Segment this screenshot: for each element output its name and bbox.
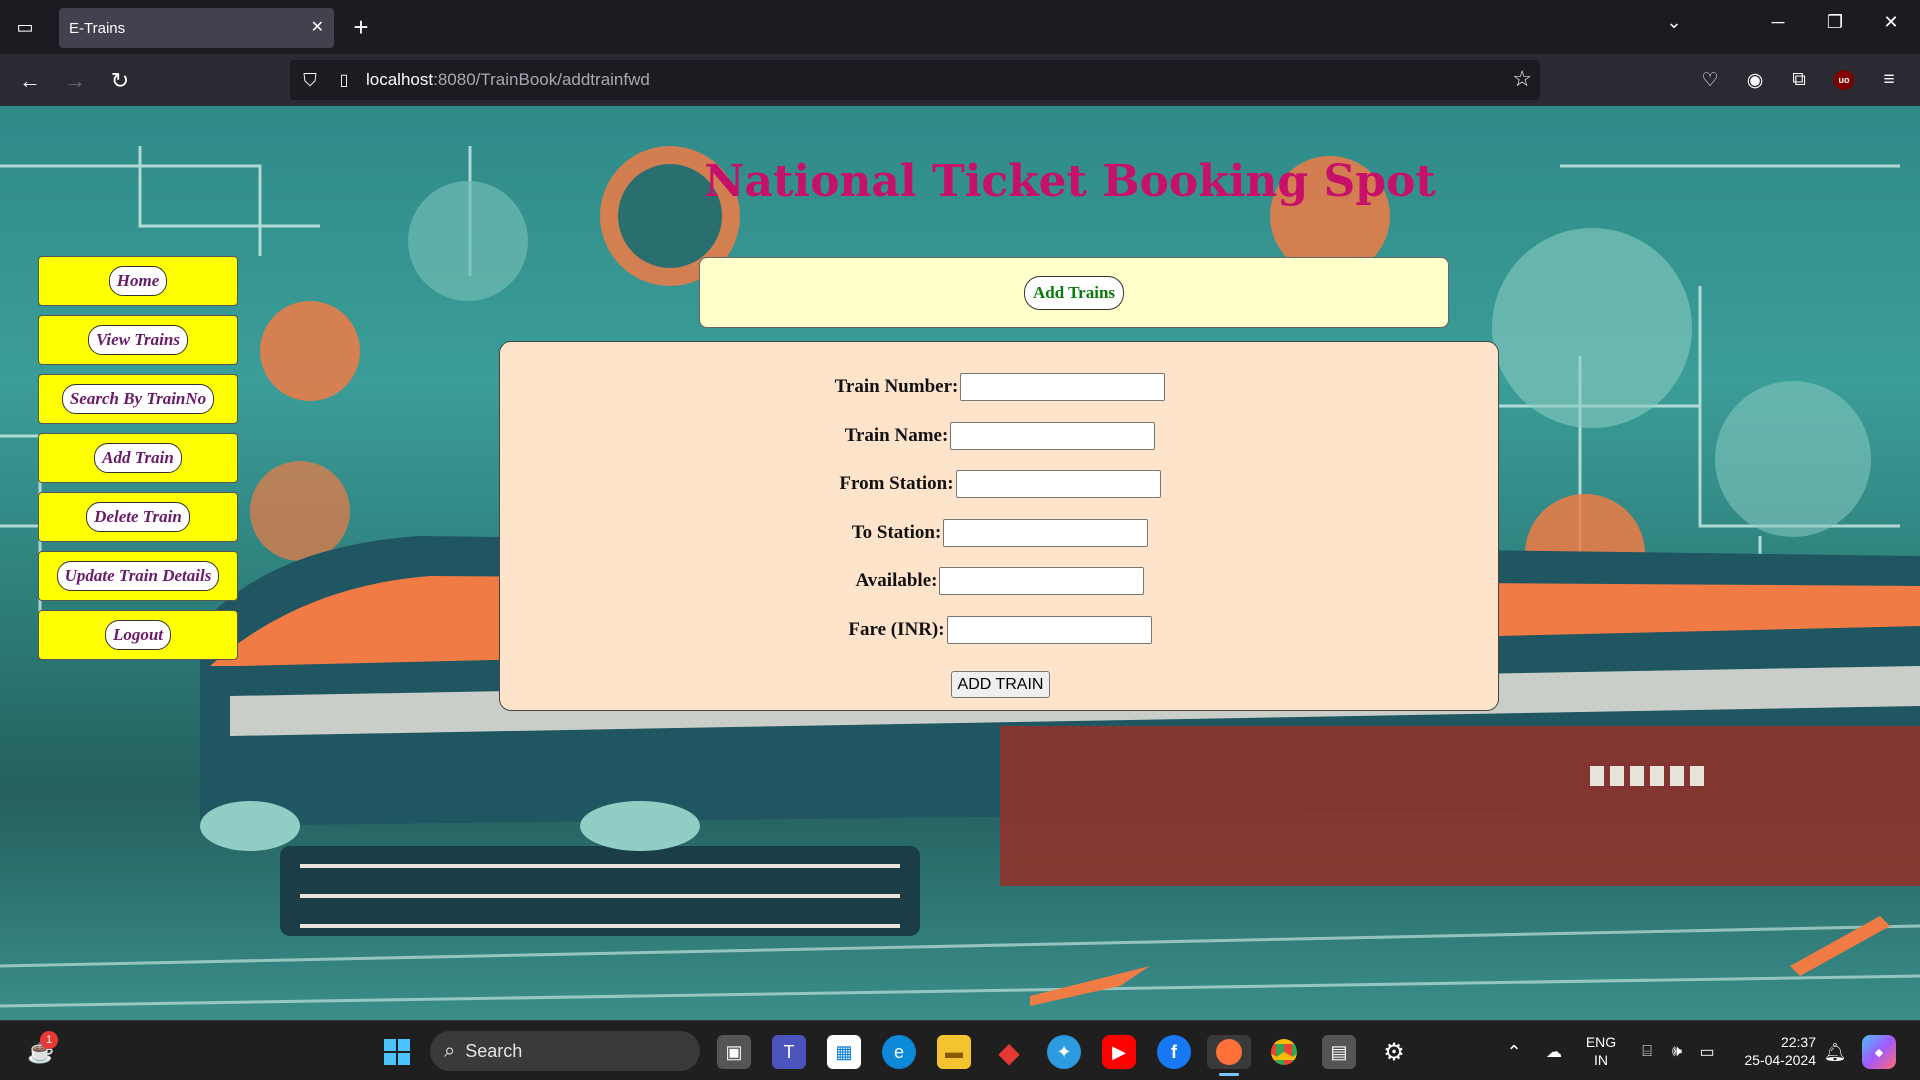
language-line-1: ENG (1585, 1034, 1617, 1050)
battery-icon[interactable]: ▭ (1690, 1035, 1724, 1069)
copilot-icon[interactable]: ◆ (1862, 1035, 1896, 1069)
menu-link-home[interactable]: Home (108, 266, 168, 296)
fare-label: Fare (INR): (848, 619, 945, 640)
search-icon: ⌕ (444, 1039, 456, 1062)
settings-gear-icon[interactable]: ⚙ (1377, 1035, 1411, 1069)
edge-icon[interactable]: e (882, 1035, 916, 1069)
restore-icon[interactable]: ❐ (1820, 12, 1850, 33)
volume-icon[interactable]: 🕪 (1660, 1035, 1694, 1069)
shield-icon[interactable]: ⛉ (298, 68, 322, 92)
menu-item-add-train[interactable]: Add Train (38, 433, 238, 483)
form-row-available: Available: (500, 567, 1500, 595)
form-row-train-name: Train Name: (500, 422, 1500, 450)
browser-tab-bar: ▭ E-Trains ✕ + ⌄ ─ ❐ ✕ (0, 0, 1920, 54)
task-view-icon[interactable]: ▣ (717, 1035, 751, 1069)
address-bar[interactable]: ⛉ ▯ localhost:8080/TrainBook/addtrainfwd… (290, 60, 1540, 100)
onedrive-icon[interactable]: ☁ (1537, 1035, 1571, 1069)
list-all-tabs-icon[interactable]: ⌄ (1659, 12, 1689, 33)
menu-link-update-train-details[interactable]: Update Train Details (56, 561, 220, 591)
network-icon[interactable]: ⌸ (1630, 1035, 1664, 1069)
train-number-input[interactable] (960, 373, 1166, 401)
extensions-icon[interactable]: ⧉ (1785, 66, 1813, 94)
facebook-icon[interactable]: f (1157, 1035, 1191, 1069)
menu-link-delete-train[interactable]: Delete Train (86, 502, 190, 532)
pocket-icon[interactable]: ♡ (1696, 66, 1724, 94)
form-row-to-station: To Station: (500, 519, 1500, 547)
start-icon[interactable] (380, 1035, 414, 1069)
close-tab-icon[interactable]: ✕ (311, 17, 324, 37)
close-window-icon[interactable]: ✕ (1876, 12, 1906, 33)
from-station-label: From Station: (839, 473, 954, 494)
from-station-input[interactable] (955, 470, 1161, 498)
form-row-from-station: From Station: (500, 470, 1500, 498)
browser-tab[interactable]: E-Trains ✕ (59, 8, 334, 48)
notification-badge: 1 (40, 1031, 58, 1049)
available-input[interactable] (939, 567, 1145, 595)
browser-nav-bar: ← → ↻ ⛉ ▯ localhost:8080/TrainBook/addtr… (0, 54, 1920, 106)
add-train-submit-button[interactable]: ADD TRAIN (951, 671, 1050, 698)
media-app-icon[interactable]: ▤ (1322, 1035, 1356, 1069)
new-tab-icon[interactable]: + (346, 10, 376, 44)
language-indicator[interactable]: ENG IN (1583, 1033, 1619, 1069)
url-path: :8080/TrainBook/addtrainfwd (433, 70, 650, 89)
language-line-2: IN (1594, 1052, 1608, 1068)
clock-time: 22:37 (1780, 1034, 1816, 1050)
firefox-active-indicator (1219, 1073, 1239, 1076)
back-icon[interactable]: ← (15, 66, 45, 96)
menu-icon[interactable]: ≡ (1875, 66, 1903, 94)
taskbar: ☕ 1 ⌕ Search ▣ T ▦ e ▬ ◆ ✦ ▶ f ▤ ⚙ ⌃ ☁ E… (0, 1020, 1920, 1080)
form-row-fare: Fare (INR): (500, 616, 1500, 644)
menu-item-logout[interactable]: Logout (38, 610, 238, 660)
tab-title: E-Trains (69, 19, 126, 37)
page-icon[interactable]: ▯ (332, 68, 356, 92)
menu-item-view-trains[interactable]: View Trains (38, 315, 238, 365)
file-explorer-icon[interactable]: ▬ (937, 1035, 971, 1069)
menu-link-add-train[interactable]: Add Train (94, 443, 182, 473)
train-name-input[interactable] (950, 422, 1156, 450)
chrome-icon[interactable] (1267, 1035, 1301, 1069)
menu-item-search-by-trainno[interactable]: Search By TrainNo (38, 374, 238, 424)
menu-item-delete-train[interactable]: Delete Train (38, 492, 238, 542)
store-icon[interactable]: ▦ (827, 1035, 861, 1069)
to-station-input[interactable] (943, 519, 1149, 547)
anydesk-icon[interactable]: ◆ (992, 1035, 1026, 1069)
side-menu: Home View Trains Search By TrainNo Add T… (38, 256, 238, 669)
fare-input[interactable] (946, 616, 1152, 644)
clock-date: 25-04-2024 (1744, 1052, 1816, 1068)
minimize-icon[interactable]: ─ (1763, 12, 1793, 33)
menu-item-home[interactable]: Home (38, 256, 238, 306)
url-host: localhost (366, 70, 434, 89)
taskbar-search[interactable]: ⌕ Search (430, 1031, 700, 1071)
menu-link-view-trains[interactable]: View Trains (88, 325, 188, 355)
page-title: National Ticket Booking Spot (704, 156, 1436, 207)
add-train-form: Train Number: Train Name: From Station: … (499, 341, 1499, 711)
page-viewport: National Ticket Booking Spot Home View T… (0, 106, 1920, 1020)
section-heading: Add Trains (1023, 275, 1125, 310)
train-name-label: Train Name: (844, 425, 949, 446)
form-row-train-number: Train Number: (500, 373, 1500, 401)
url-text[interactable]: localhost:8080/TrainBook/addtrainfwd (366, 70, 650, 90)
clock[interactable]: 22:37 25-04-2024 (1730, 1033, 1816, 1069)
menu-link-logout[interactable]: Logout (104, 620, 172, 650)
forward-icon[interactable]: → (60, 66, 90, 96)
youtube-icon[interactable]: ▶ (1102, 1035, 1136, 1069)
menu-link-search-by-trainno[interactable]: Search By TrainNo (61, 384, 215, 414)
menu-item-update-train-details[interactable]: Update Train Details (38, 551, 238, 601)
to-station-label: To Station: (851, 522, 942, 543)
tab-list-icon[interactable]: ▭ (10, 12, 40, 42)
chevron-up-icon[interactable]: ⌃ (1497, 1035, 1531, 1069)
reload-icon[interactable]: ↻ (105, 66, 135, 96)
account-icon[interactable]: ◉ (1741, 66, 1769, 94)
python-icon[interactable]: ✦ (1047, 1035, 1081, 1069)
bookmark-star-icon[interactable]: ☆ (1512, 66, 1532, 92)
windows-logo-icon (384, 1039, 410, 1065)
section-header-box: Add Trains (699, 257, 1449, 328)
taskbar-search-label: Search (465, 1040, 523, 1061)
train-number-label: Train Number: (834, 376, 959, 397)
notification-bell-icon[interactable]: 🔔︎ (1818, 1035, 1852, 1069)
firefox-icon[interactable] (1207, 1035, 1251, 1069)
ublock-icon[interactable]: uo (1830, 66, 1858, 94)
teams-icon[interactable]: T (772, 1035, 806, 1069)
available-label: Available: (855, 570, 938, 591)
